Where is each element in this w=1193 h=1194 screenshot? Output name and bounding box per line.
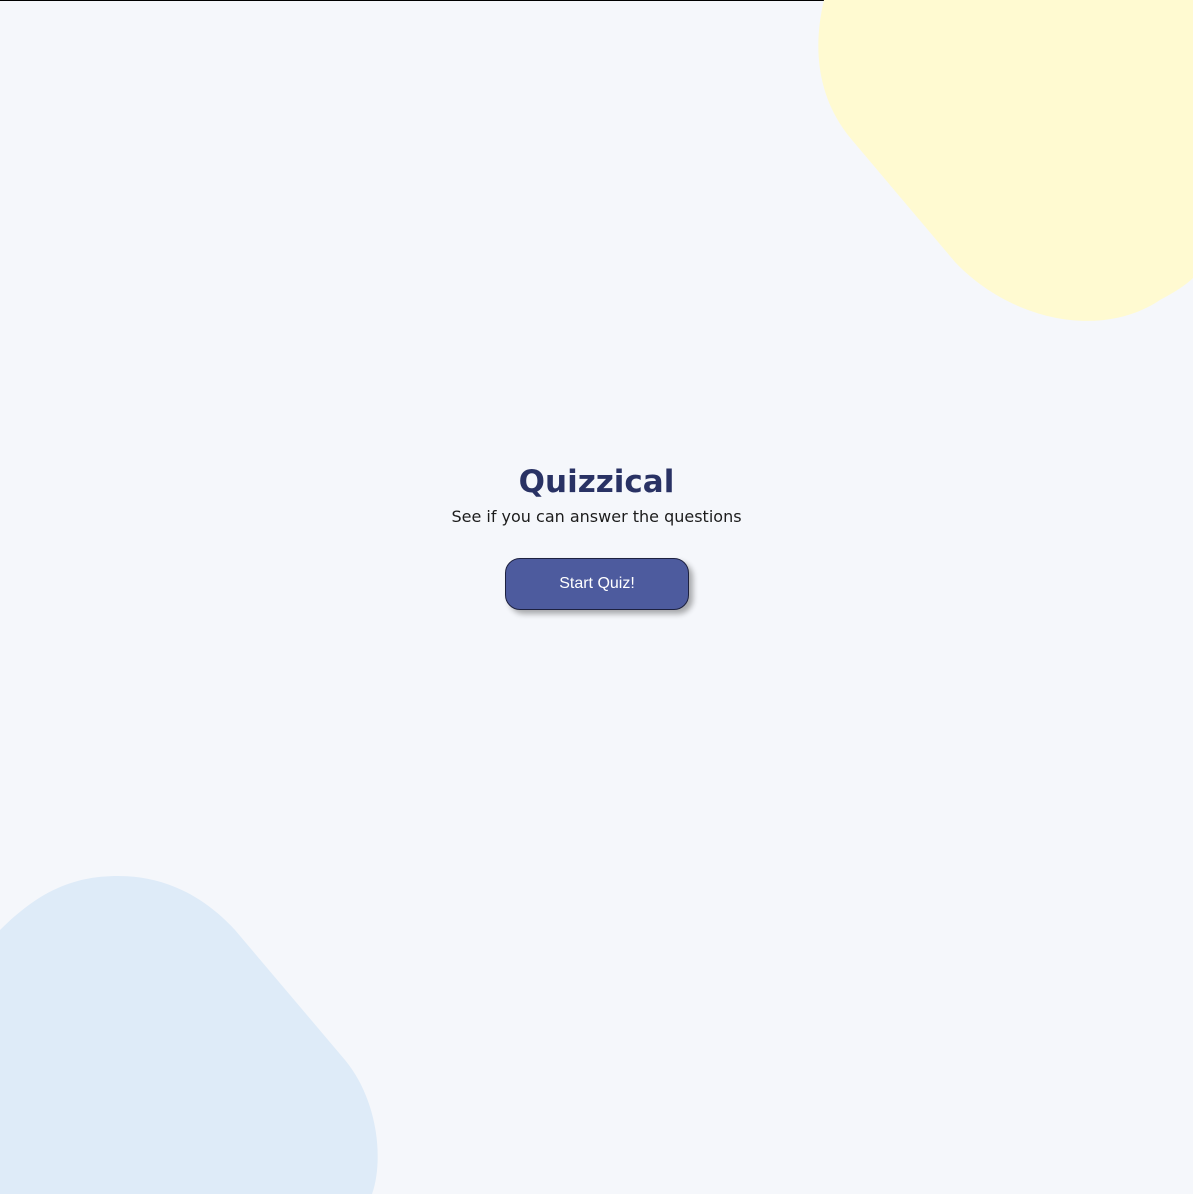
start-quiz-button[interactable]: Start Quiz! — [505, 558, 689, 610]
app-title: Quizzical — [518, 464, 675, 500]
app-subtitle: See if you can answer the questions — [451, 507, 742, 526]
landing-screen: Quizzical See if you can answer the ques… — [0, 0, 1193, 1194]
